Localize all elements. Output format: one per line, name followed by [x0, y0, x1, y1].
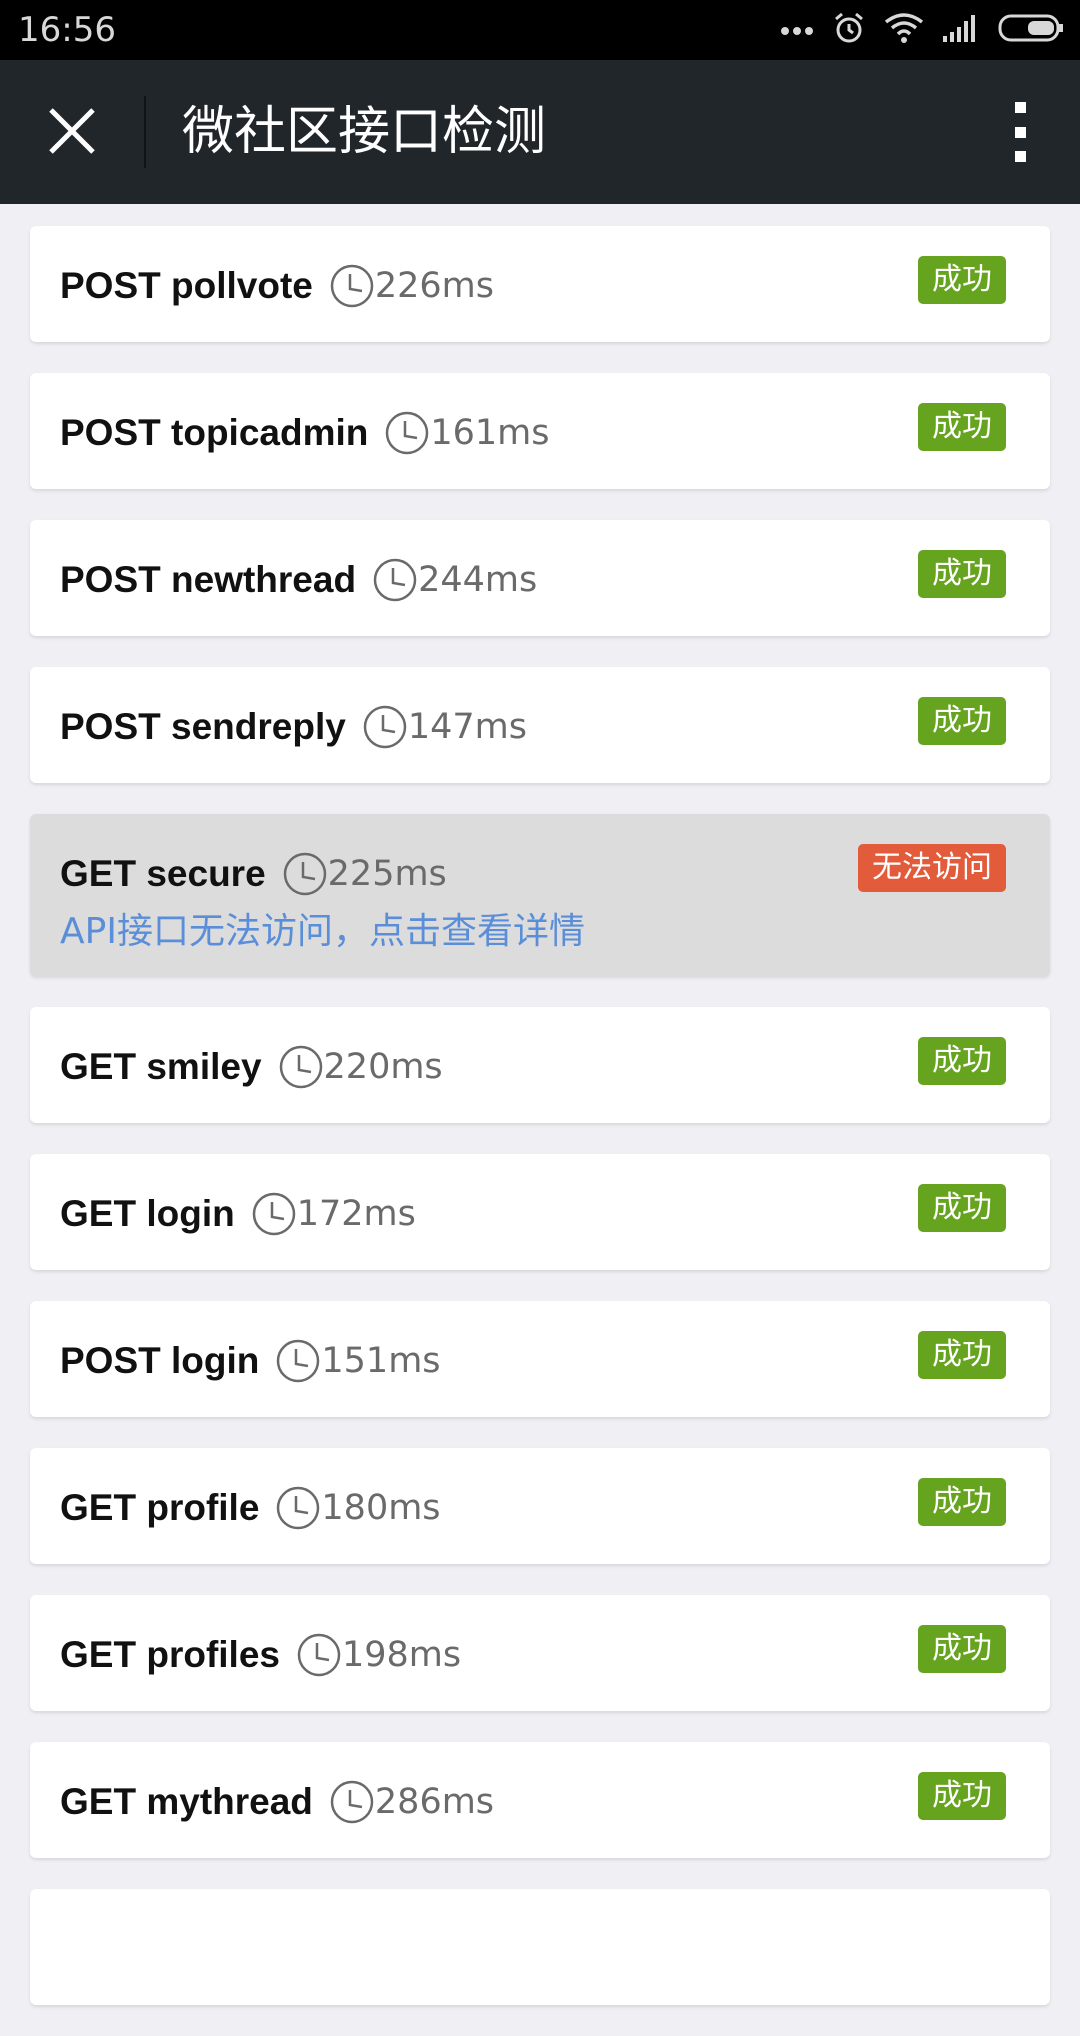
api-check-list: POST pollvote 226ms 成功 POST topicadmin 1… — [30, 226, 1050, 2036]
api-name: POST newthread — [60, 559, 357, 600]
status-time: 16:56 — [18, 10, 116, 50]
api-name: GET profile — [60, 1487, 260, 1528]
list-item[interactable]: POST topicadmin 161ms 成功 — [30, 373, 1050, 489]
status-icons — [780, 10, 1064, 50]
api-name: GET profiles — [60, 1634, 280, 1675]
clock-icon — [330, 264, 374, 308]
response-time: 161ms — [430, 413, 550, 453]
app-header: 微社区接口检测 — [0, 60, 1080, 204]
more-vertical-icon — [1014, 102, 1026, 113]
cell-signal-icon — [942, 14, 980, 46]
response-time: 198ms — [341, 1635, 462, 1675]
api-name: GET login — [60, 1193, 235, 1234]
status-badge: 成功 — [918, 1478, 1006, 1526]
page-title: 微社区接口检测 — [182, 102, 547, 162]
list-item[interactable]: POST pollvote 226ms 成功 — [30, 226, 1050, 342]
list-item[interactable]: POST login 151ms 成功 — [30, 1301, 1050, 1417]
api-name: POST login — [60, 1340, 260, 1381]
status-badge: 成功 — [918, 550, 1006, 598]
response-time: 286ms — [374, 1782, 495, 1822]
item-row: GET profile 180ms — [60, 1480, 441, 1536]
close-icon — [47, 106, 97, 160]
view-details-link[interactable]: API接口无法访问，点击查看详情 — [60, 910, 585, 954]
status-badge: 成功 — [918, 256, 1006, 304]
item-row: GET smiley 220ms — [60, 1039, 443, 1095]
api-name: POST pollvote — [60, 265, 313, 306]
item-row: POST login 151ms — [60, 1333, 441, 1389]
item-row: POST sendreply 147ms — [60, 699, 527, 755]
clock-icon — [283, 852, 326, 896]
item-row: GET secure 225ms — [60, 846, 447, 902]
clock-icon — [277, 1486, 320, 1530]
clock-icon — [386, 411, 429, 455]
list-item[interactable]: GET profile 180ms 成功 — [30, 1448, 1050, 1564]
api-name: GET smiley — [60, 1046, 262, 1087]
response-time: 147ms — [407, 707, 527, 747]
item-row: POST newthread 244ms — [60, 552, 537, 608]
more-button[interactable] — [990, 96, 1050, 168]
clock-icon — [277, 1339, 320, 1383]
clock-icon — [330, 1780, 374, 1824]
item-row: POST pollvote 226ms — [60, 258, 494, 314]
clock-icon — [252, 1192, 295, 1236]
status-badge: 成功 — [918, 1331, 1006, 1379]
list-item[interactable]: GET mythread 286ms 成功 — [30, 1742, 1050, 1858]
status-bar: 16:56 — [0, 0, 1080, 60]
response-time: 180ms — [321, 1488, 441, 1528]
battery-icon — [998, 13, 1064, 47]
status-badge: 无法访问 — [858, 844, 1006, 892]
list-item[interactable]: GET login 172ms 成功 — [30, 1154, 1050, 1270]
api-name: GET mythread — [60, 1781, 313, 1822]
signal-dots-icon — [780, 21, 814, 40]
api-name: POST sendreply — [60, 706, 346, 747]
response-time: 172ms — [296, 1194, 416, 1234]
list-item[interactable]: GET profiles 198ms 成功 — [30, 1595, 1050, 1711]
alarm-icon — [832, 11, 866, 49]
response-time: 226ms — [374, 266, 494, 306]
response-time: 220ms — [323, 1047, 443, 1087]
response-time: 244ms — [418, 560, 538, 600]
status-badge: 成功 — [918, 1184, 1006, 1232]
response-time: 225ms — [327, 854, 447, 894]
list-item[interactable]: POST sendreply 147ms 成功 — [30, 667, 1050, 783]
wifi-icon — [884, 12, 924, 48]
item-row: GET profiles 198ms — [60, 1627, 461, 1683]
status-badge: 成功 — [918, 1625, 1006, 1673]
clock-icon — [297, 1633, 341, 1677]
more-vertical-icon — [1014, 126, 1026, 138]
status-badge: 成功 — [918, 1037, 1006, 1085]
clock-icon — [373, 558, 417, 602]
item-row: POST topicadmin 161ms — [60, 405, 550, 461]
status-badge: 成功 — [918, 1772, 1006, 1820]
response-time: 151ms — [321, 1341, 441, 1381]
status-badge: 成功 — [918, 403, 1006, 451]
clock-icon — [363, 705, 407, 749]
list-item[interactable]: GET smiley 220ms 成功 — [30, 1007, 1050, 1123]
status-badge: 成功 — [918, 697, 1006, 745]
list-item-partial[interactable] — [30, 1889, 1050, 2005]
more-vertical-icon — [1014, 151, 1026, 162]
list-item[interactable]: POST newthread 244ms 成功 — [30, 520, 1050, 636]
item-row: GET login 172ms — [60, 1186, 416, 1242]
list-item-failed[interactable]: GET secure 225ms 无法访问 API接口无法访问，点击查看详情 — [30, 814, 1050, 976]
header-divider — [144, 96, 146, 168]
clock-icon — [279, 1045, 322, 1089]
api-name: POST topicadmin — [60, 412, 369, 453]
close-button[interactable] — [34, 95, 110, 171]
api-name: GET secure — [60, 853, 266, 894]
item-row: GET mythread 286ms — [60, 1774, 494, 1830]
